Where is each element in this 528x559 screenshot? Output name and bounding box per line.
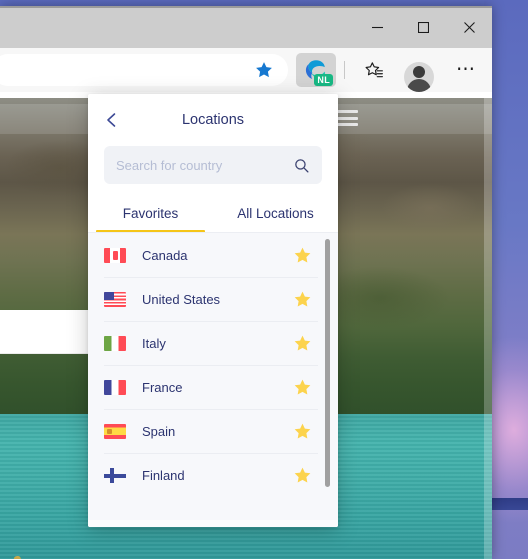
search-icon[interactable] — [293, 157, 310, 174]
locations-popup: Locations Favorites All Locations — [88, 94, 338, 527]
page-right-edge — [484, 92, 492, 559]
edge-extension-icon: NL — [303, 57, 333, 86]
avatar — [404, 62, 434, 92]
avatar-body — [407, 79, 431, 92]
popup-header: Locations — [88, 94, 338, 146]
search-box[interactable] — [104, 146, 322, 184]
location-name: Finland — [142, 467, 185, 483]
search-input[interactable] — [116, 157, 293, 173]
close-icon — [463, 21, 475, 33]
profile-button[interactable] — [404, 62, 434, 92]
maximize-button[interactable] — [400, 6, 446, 48]
address-bar[interactable] — [0, 54, 288, 86]
hamburger-bar — [336, 123, 358, 126]
list-scrollbar[interactable] — [325, 239, 330, 514]
flag-united-states-icon — [104, 291, 126, 307]
location-name: Spain — [142, 423, 176, 439]
list-item[interactable]: United States — [88, 277, 338, 321]
tab-favorites[interactable]: Favorites — [88, 200, 213, 233]
boat-person-graphic — [13, 555, 22, 559]
flag-finland-icon — [104, 467, 126, 483]
minimize-button[interactable] — [354, 6, 400, 48]
collections-icon — [365, 62, 383, 78]
maximize-icon — [417, 21, 429, 33]
list-item[interactable]: Canada — [88, 233, 338, 277]
favorite-star-icon[interactable] — [293, 378, 312, 397]
location-name: France — [142, 379, 183, 395]
title-bar — [0, 6, 492, 48]
flag-spain-icon — [104, 423, 126, 439]
list-item[interactable]: Spain — [88, 409, 338, 453]
location-name: United States — [142, 291, 221, 307]
favorite-star-icon[interactable] — [293, 290, 312, 309]
page-title: Locations — [181, 112, 245, 128]
list-item[interactable]: Italy — [88, 321, 338, 365]
minimize-icon — [371, 26, 383, 28]
location-name: Italy — [142, 335, 166, 351]
extension-button[interactable]: NL — [296, 53, 336, 87]
location-name: Canada — [142, 247, 188, 263]
scrollbar-thumb[interactable] — [325, 239, 330, 487]
hamburger-bar — [336, 110, 358, 113]
flag-italy-icon — [104, 335, 126, 351]
popup-footer — [88, 520, 338, 527]
browser-window: NL ⋯ Locations Search for country Favori… — [0, 6, 492, 559]
desktop-background: NL ⋯ Locations Search for country Favori… — [0, 0, 528, 559]
avatar-head — [413, 66, 425, 78]
favorite-star-icon[interactable] — [293, 466, 312, 485]
toolbar-divider — [344, 61, 345, 79]
extension-badge: NL — [314, 74, 333, 86]
hamburger-bar — [336, 116, 358, 120]
list-item[interactable]: Finland — [88, 453, 338, 497]
flag-france-icon — [104, 379, 126, 395]
list-item[interactable]: France — [88, 365, 338, 409]
close-button[interactable] — [446, 6, 492, 48]
search-container — [88, 146, 338, 184]
more-options-button[interactable]: ⋯ — [450, 56, 482, 84]
bookmark-star-icon[interactable] — [254, 60, 274, 80]
flag-canada-icon — [104, 247, 126, 263]
tab-all-locations[interactable]: All Locations — [213, 200, 338, 233]
window-controls — [354, 6, 492, 48]
favorite-star-icon[interactable] — [293, 246, 312, 265]
back-button[interactable] — [100, 108, 124, 132]
tab-bar: Favorites All Locations — [88, 200, 338, 233]
favorite-star-icon[interactable] — [293, 422, 312, 441]
locations-list: Canada United States Italy France Spain … — [88, 233, 338, 520]
collections-button[interactable] — [358, 56, 390, 84]
favorite-star-icon[interactable] — [293, 334, 312, 353]
chevron-left-icon — [107, 113, 116, 127]
page-menu-button[interactable] — [336, 110, 358, 126]
